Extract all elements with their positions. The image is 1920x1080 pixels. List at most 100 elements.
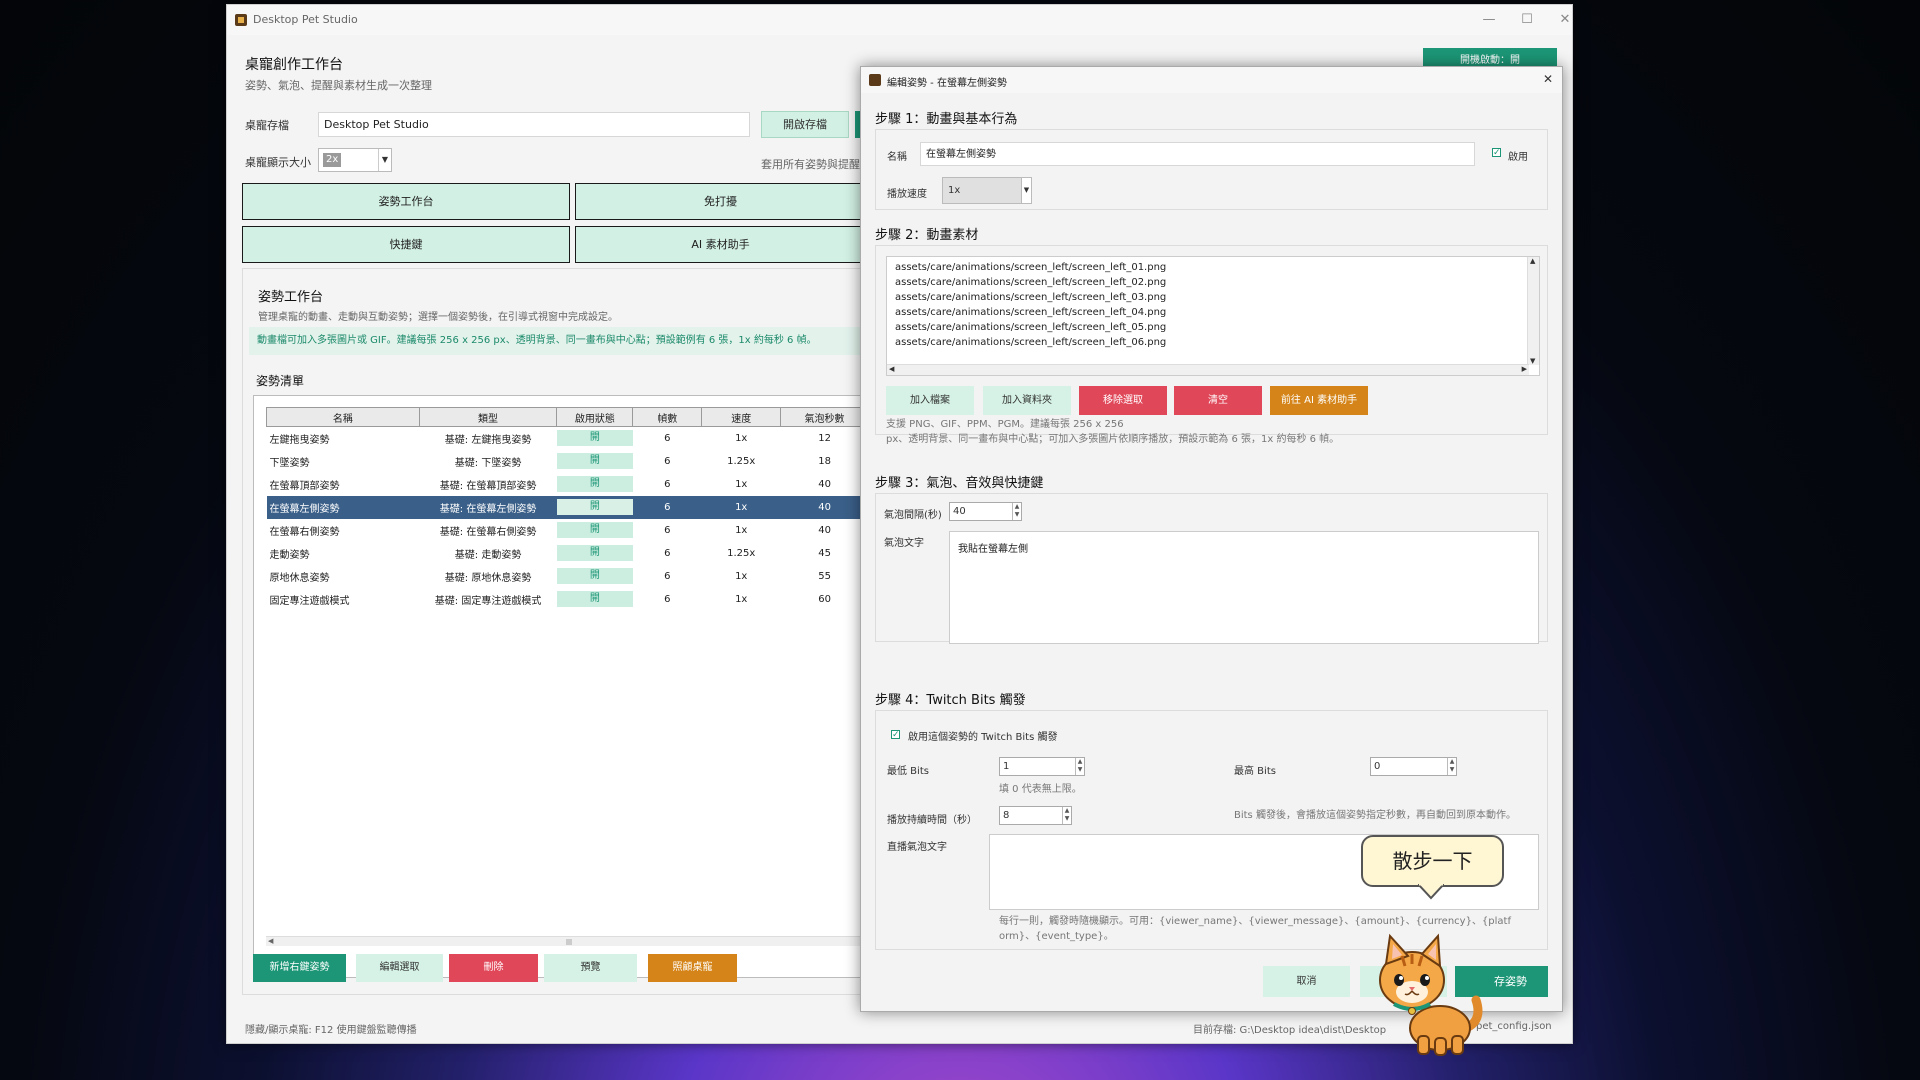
spinner-arrows-icon[interactable]: ▲ ▼ <box>1447 758 1456 775</box>
list-item[interactable]: assets/care/animations/screen_left/scree… <box>895 335 1166 350</box>
minimize-button[interactable]: — <box>1474 10 1504 30</box>
scroll-left-arrow-icon[interactable]: ◀ <box>268 937 273 945</box>
table-row[interactable]: 在螢幕右側姿勢 基礎: 在螢幕右側姿勢 開 6 1x 40 <box>267 519 869 542</box>
table-cell: 開 <box>556 565 633 588</box>
scroll-thumb[interactable] <box>566 939 572 945</box>
enabled-checkbox[interactable]: ✓ <box>1492 148 1501 158</box>
delete-button[interactable]: 刪除 <box>449 954 538 982</box>
min-bits-spinner[interactable]: 1 ▲ ▼ <box>999 757 1085 776</box>
max-bits-spinner[interactable]: 0 ▲ ▼ <box>1370 757 1457 776</box>
table-cell: 1x <box>735 524 748 536</box>
add-right-pose-button[interactable]: 新增右鍵姿勢 <box>253 954 346 982</box>
remove-selected-button[interactable]: 移除選取 <box>1079 386 1167 415</box>
scroll-left-arrow-icon[interactable]: ◀ <box>889 365 894 373</box>
twitch-enable-checkbox[interactable]: ✓ <box>891 730 900 740</box>
scroll-up-arrow-icon[interactable]: ▲ <box>1530 257 1535 265</box>
list-item[interactable]: assets/care/animations/screen_left/scree… <box>895 305 1166 320</box>
table-cell: 6 <box>664 570 671 582</box>
table-cell: 60 <box>818 593 831 605</box>
vertical-scrollbar[interactable]: ▲ ▼ <box>1527 257 1539 365</box>
interval-spinner[interactable]: 40 ▲ ▼ <box>949 502 1022 521</box>
scroll-right-arrow-icon[interactable]: ▶ <box>1522 365 1527 373</box>
profile-label: 桌寵存檔 <box>245 119 289 132</box>
profile-input[interactable]: Desktop Pet Studio <box>318 112 750 137</box>
clear-button[interactable]: 清空 <box>1174 386 1262 415</box>
enabled-label: 啟用 <box>1508 152 1528 163</box>
table-row[interactable]: 在螢幕左側姿勢 基礎: 在螢幕左側姿勢開 6 1x 40 <box>266 495 869 519</box>
step1-title: 步驟 1：動畫與基本行為 <box>875 112 1018 127</box>
tile-ai-assistant[interactable]: AI 素材助手 <box>575 226 865 263</box>
tile-pose-workbench[interactable]: 姿勢工作台 <box>242 183 570 220</box>
dialog-title-bar: 編輯姿勢 - 在螢幕左側姿勢 ✕ <box>861 67 1562 93</box>
table-cell: 開 <box>556 519 633 542</box>
file-list[interactable]: assets/care/animations/screen_left/scree… <box>886 256 1540 376</box>
horizontal-scrollbar[interactable]: ◀ ▶ <box>887 364 1529 375</box>
column-header[interactable]: 名稱 <box>266 407 420 427</box>
scroll-down-arrow-icon[interactable]: ▼ <box>1530 357 1535 365</box>
tile-hotkeys[interactable]: 快捷鍵 <box>242 226 570 263</box>
close-icon[interactable]: ✕ <box>1543 72 1553 86</box>
chevron-down-icon: ▼ <box>1021 178 1031 203</box>
table-row[interactable]: 左鍵拖曳姿勢 基礎: 左鍵拖曳姿勢 開 6 1x 12 <box>267 427 869 450</box>
close-button[interactable]: ✕ <box>1550 10 1580 30</box>
status-badge: 開 <box>556 499 633 515</box>
status-badge: 開 <box>556 522 633 538</box>
table-row[interactable]: 原地休息姿勢 基礎: 原地休息姿勢 開 6 1x 55 <box>267 565 869 588</box>
step4-title: 步驟 4：Twitch Bits 觸發 <box>875 693 1026 708</box>
edit-selected-button[interactable]: 編輯選取 <box>356 954 443 982</box>
table-cell: 基礎: 原地休息姿勢 <box>444 572 532 584</box>
table-cell: 6 <box>664 455 671 467</box>
list-item[interactable]: assets/care/animations/screen_left/scree… <box>895 290 1166 305</box>
goto-ai-assistant-button[interactable]: 前往 AI 素材助手 <box>1270 386 1368 415</box>
column-header[interactable]: 速度 <box>701 407 782 427</box>
speech-bubble-tail <box>1418 884 1444 900</box>
column-header[interactable]: 氣泡秒數 <box>780 407 869 427</box>
table-cell: 6 <box>632 495 702 519</box>
size-select[interactable]: 2x ▼ <box>318 148 392 172</box>
table-row[interactable]: 在螢幕頂部姿勢 基礎: 在螢幕頂部姿勢 開 6 1x 40 <box>267 473 869 496</box>
table-cell: 6 <box>664 432 671 444</box>
spinner-arrows-icon[interactable]: ▲ ▼ <box>1075 758 1084 775</box>
table-cell: 開 <box>556 427 633 450</box>
duration-spinner[interactable]: 8 ▲ ▼ <box>999 806 1072 825</box>
maximize-button[interactable]: ☐ <box>1512 10 1542 30</box>
status-badge: 開 <box>556 568 633 584</box>
name-input[interactable]: 在螢幕左側姿勢 <box>920 142 1475 166</box>
column-header[interactable]: 幀數 <box>632 407 703 427</box>
list-title: 姿勢清單 <box>256 374 305 388</box>
column-header[interactable]: 類型 <box>418 407 558 427</box>
column-header[interactable]: 啟用狀態 <box>556 407 634 427</box>
spinner-arrows-icon[interactable]: ▲ ▼ <box>1062 807 1071 824</box>
bubble-text-area[interactable]: 我貼在螢幕左側 <box>949 531 1539 644</box>
table-cell: 40 <box>780 495 869 519</box>
preview-button[interactable]: 預覽 <box>544 954 637 982</box>
add-file-button[interactable]: 加入檔案 <box>886 386 974 415</box>
list-item[interactable]: assets/care/animations/screen_left/scree… <box>895 260 1166 275</box>
bubble-text-label: 氣泡文字 <box>884 538 924 549</box>
open-profile-button[interactable]: 開啟存檔 <box>761 111 849 138</box>
table-row[interactable]: 走動姿勢 基礎: 走動姿勢 開 6 1.25x 45 <box>267 542 869 565</box>
table-row[interactable]: 固定專注遊戲模式 基礎: 固定專注遊戲模式 開 6 1x 60 <box>267 588 869 611</box>
care-pet-button[interactable]: 照顧桌寵 <box>648 954 737 982</box>
table-cell: 在螢幕頂部姿勢 <box>269 480 340 492</box>
spinner-arrows-icon[interactable]: ▲ ▼ <box>1012 503 1021 520</box>
cancel-button[interactable]: 取消 <box>1263 966 1350 997</box>
table-row[interactable]: 下墜姿勢 基礎: 下墜姿勢 開 6 1.25x 18 <box>267 450 869 473</box>
dialog-title: 編輯姿勢 - 在螢幕左側姿勢 <box>887 78 1007 89</box>
horizontal-scrollbar[interactable]: ◀ <box>266 936 869 946</box>
table-cell: 原地休息姿勢 <box>269 572 330 584</box>
table-cell: 開 <box>556 450 633 473</box>
list-item[interactable]: assets/care/animations/screen_left/scree… <box>895 320 1166 335</box>
add-folder-button[interactable]: 加入資料夾 <box>983 386 1071 415</box>
table-cell: 1x <box>701 495 781 519</box>
step2-hint-1: 支援 PNG、GIF、PPM、PGM。建議每張 256 x 256 <box>886 419 1124 430</box>
table-cell: 45 <box>818 547 831 559</box>
list-item[interactable]: assets/care/animations/screen_left/scree… <box>895 275 1166 290</box>
tile-do-not-disturb[interactable]: 免打擾 <box>575 183 865 220</box>
speed-label: 播放速度 <box>887 189 927 200</box>
speed-select[interactable]: 1x ▼ <box>942 177 1032 204</box>
table-cell: 基礎: 在螢幕右側姿勢 <box>439 526 537 538</box>
duration-label: 播放持續時間（秒） <box>887 815 977 826</box>
size-label: 桌寵顯示大小 <box>245 156 311 169</box>
step2-title: 步驟 2：動畫素材 <box>875 228 979 243</box>
